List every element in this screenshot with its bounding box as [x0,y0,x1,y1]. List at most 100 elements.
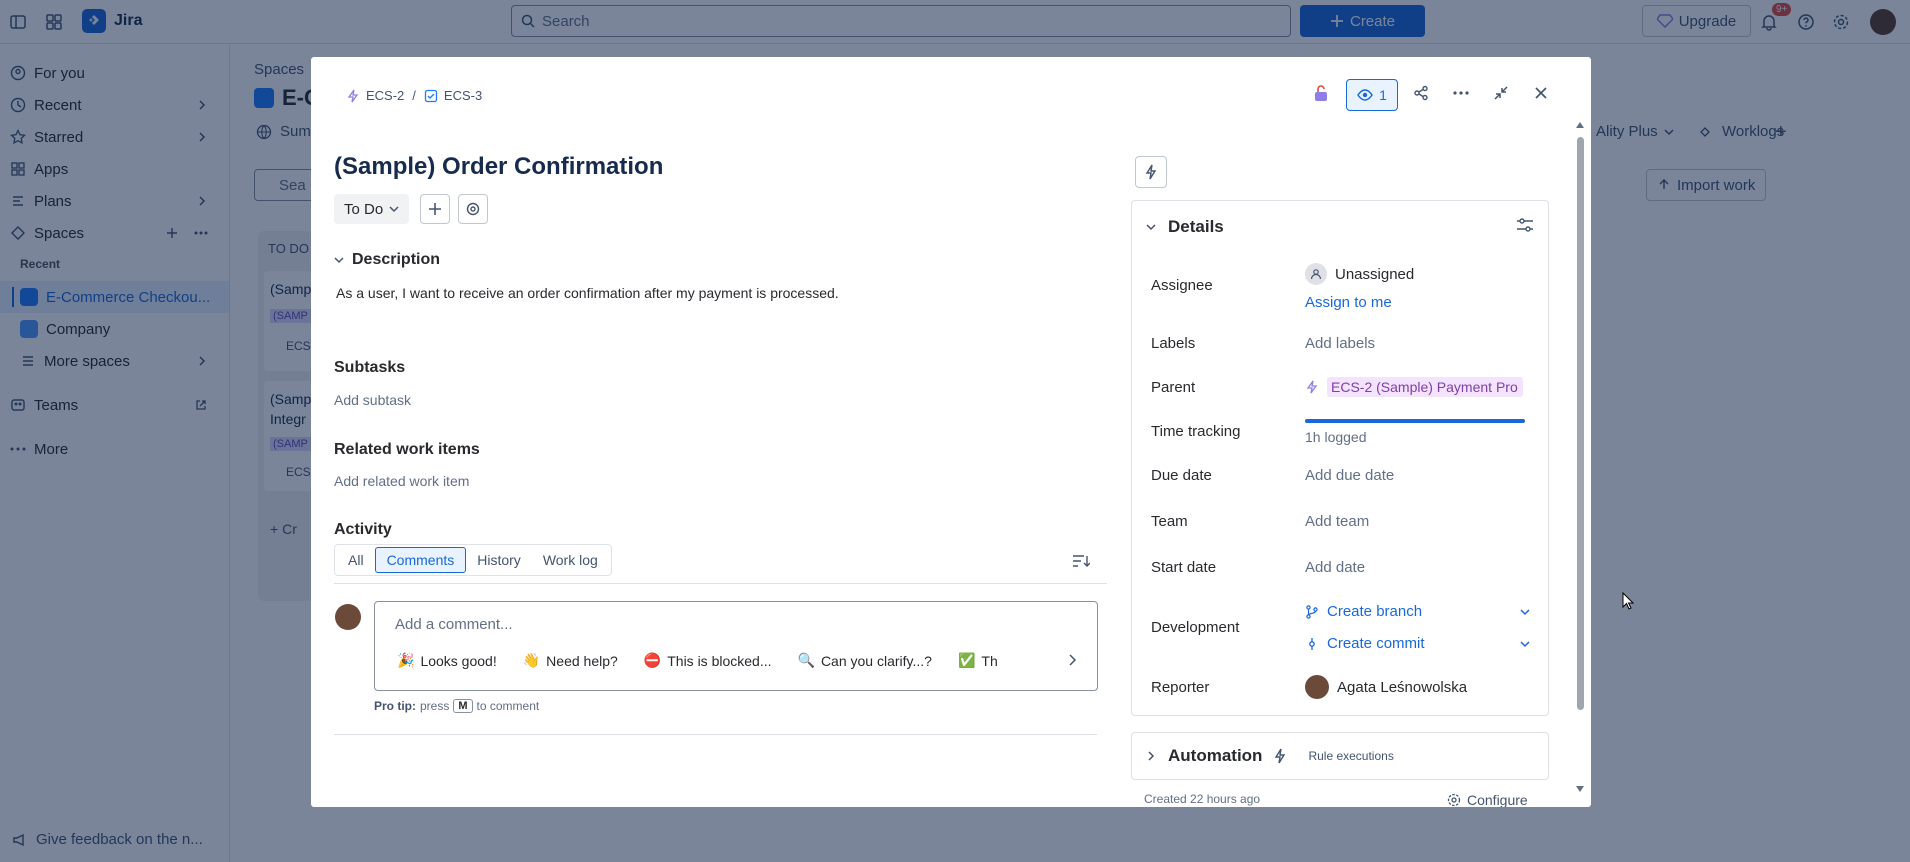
status-dropdown[interactable]: To Do [334,194,410,224]
configure-button[interactable]: Configure [1447,792,1528,807]
details-header[interactable]: Details [1146,217,1224,237]
search-placeholder: Search [542,12,590,30]
add-space-icon[interactable] [166,227,178,239]
quick-reply-thanks[interactable]: ✅ Th [958,652,998,669]
time-tracking-bar[interactable] [1305,419,1525,423]
chevron-right-icon [197,132,207,142]
configure-fields-icon[interactable] [1516,217,1534,233]
scrollbar-thumb[interactable] [1577,137,1584,710]
upgrade-label: Upgrade [1678,12,1737,30]
quick-reply-blocked[interactable]: ⛔ This is blocked... [644,652,772,669]
parent-value[interactable]: ECS-2 (Sample) Payment Pro [1305,377,1523,397]
sidebar-item-plans[interactable]: Plans [0,185,229,217]
help-icon[interactable] [1794,10,1818,34]
assignee-value[interactable]: Unassigned [1305,263,1414,285]
sidebar-item-apps[interactable]: Apps [0,153,229,185]
sidebar-item-recent[interactable]: Recent [0,89,229,121]
more-actions-icon[interactable] [1445,77,1477,109]
search-input[interactable]: Search [511,5,1291,37]
sidebar-item-for-you[interactable]: For you [0,57,229,89]
comment-placeholder: Add a comment... [395,616,513,633]
add-subtask-button[interactable]: Add subtask [334,392,411,408]
issue-title[interactable]: (Sample) Order Confirmation [334,153,663,181]
sidebar-space-company[interactable]: Company [0,313,229,345]
watchers-button[interactable]: 1 [1346,79,1398,111]
sidebar-item-label: Teams [34,396,79,414]
pro-tip-suffix: to comment [476,699,540,713]
reporter-value[interactable]: Agata Leśnowolska [1305,675,1467,699]
breadcrumb-separator: / [412,88,416,103]
sort-icon[interactable] [1072,553,1090,569]
give-feedback-link[interactable]: Give feedback on the n... [12,831,203,848]
add-related-button[interactable]: Add related work item [334,473,469,489]
eye-icon [1357,89,1373,101]
chevron-down-icon [1664,127,1674,137]
scroll-up-icon[interactable] [1575,121,1585,129]
restrictions-lock-icon[interactable] [1305,77,1337,109]
recent-header: Recent [20,257,61,271]
automation-header: Automation Rule executions [1146,746,1394,766]
automation-heading-text: Automation [1168,746,1263,765]
tab-comments[interactable]: Comments [374,547,467,573]
automation-panel[interactable]: Automation Rule executions [1131,732,1549,780]
close-icon[interactable] [1525,77,1557,109]
create-button[interactable]: Create [1300,5,1425,37]
app-switcher-icon[interactable] [42,10,66,34]
sidebar-item-teams[interactable]: Teams [0,389,229,421]
minimize-icon[interactable] [1485,77,1517,109]
user-circle-icon [10,65,26,81]
sidebar-item-more[interactable]: More [0,433,229,465]
team-value[interactable]: Add team [1305,513,1369,530]
modal-scrollbar[interactable] [1575,122,1585,793]
scroll-down-icon[interactable] [1575,785,1585,793]
issue-modal: ECS-2 / ECS-3 1 (Sample) Order Confirmat… [311,57,1591,807]
plus-icon [1330,14,1344,28]
labels-value[interactable]: Add labels [1305,335,1375,352]
quick-reply-clarify[interactable]: 🔍 Can you clarify...? [798,652,932,669]
settings-gear-icon[interactable] [1829,10,1853,34]
quick-reply-need-help[interactable]: 👋 Need help? [523,652,618,669]
comment-input[interactable]: Add a comment... 🎉 Looks good! 👋 Need help… [374,601,1098,691]
tab-work-log[interactable]: Work log [532,547,609,573]
share-icon[interactable] [1405,77,1437,109]
tab-history[interactable]: History [466,547,532,573]
description-text[interactable]: As a user, I want to receive an order co… [336,285,839,301]
labels-label: Labels [1151,335,1196,352]
create-branch-link[interactable]: Create branch [1305,603,1530,620]
bg-import-label: Import work [1677,176,1756,194]
bg-project-title: E-C [254,85,320,111]
sidebar-toggle-icon[interactable] [6,10,30,34]
upgrade-button[interactable]: Upgrade [1642,5,1751,37]
add-content-button[interactable] [420,194,450,224]
chevron-right-icon [197,356,207,366]
issue-key-link[interactable]: ECS-3 [444,88,482,103]
user-avatar[interactable] [1870,9,1896,35]
bg-tab-label: Sum [280,123,311,140]
chevron-right-icon[interactable] [1067,654,1077,666]
assign-to-me-link[interactable]: Assign to me [1305,294,1392,311]
due-date-value[interactable]: Add due date [1305,467,1394,484]
description-heading[interactable]: Description [334,251,440,269]
start-date-value[interactable]: Add date [1305,559,1365,576]
project-icon [20,320,38,338]
jira-logo[interactable]: Jira [82,9,142,33]
external-link-icon [195,399,207,411]
watchers-count: 1 [1379,87,1387,103]
parent-issue-link[interactable]: ECS-2 [366,88,404,103]
sidebar-item-label: More [34,440,69,458]
create-label: Create [1349,12,1396,30]
tab-all[interactable]: All [337,547,375,573]
more-horizontal-icon[interactable] [194,231,208,235]
sidebar-item-starred[interactable]: Starred [0,121,229,153]
sidebar-space-ecommerce[interactable]: E-Commerce Checkou... [0,281,229,313]
create-commit-link[interactable]: Create commit [1305,635,1530,652]
quick-reply-looks-good[interactable]: 🎉 Looks good! [397,652,497,669]
description-heading-text: Description [352,251,441,268]
bg-create-card: + Cr [270,521,297,537]
apps-settings-button[interactable] [458,194,488,224]
notifications-badge: 9+ [1772,3,1792,16]
bg-add-tab-icon: + [1775,121,1787,143]
sidebar-more-spaces[interactable]: More spaces [0,345,229,377]
sidebar-item-spaces[interactable]: Spaces [0,217,229,249]
automation-bolt-button[interactable] [1135,156,1167,188]
